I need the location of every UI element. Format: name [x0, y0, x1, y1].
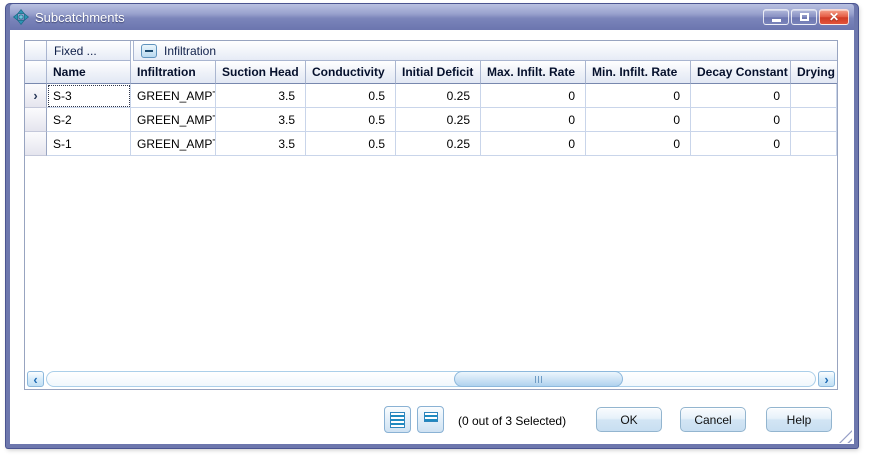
column-header-min-infilt-rate[interactable]: Min. Infilt. Rate	[586, 61, 691, 84]
window-controls: ✕	[763, 9, 851, 25]
scroll-right-button[interactable]: ›	[818, 371, 835, 387]
column-header-infiltration[interactable]: Infiltration	[131, 61, 216, 84]
group-header-infiltration-label: Infiltration	[164, 44, 216, 58]
cell-decay-constant[interactable]: 0	[691, 132, 791, 156]
cell-initial-deficit[interactable]: 0.25	[396, 132, 481, 156]
thumb-grip-icon	[538, 376, 539, 383]
cell-name[interactable]: S-3	[47, 84, 131, 108]
cell-conductivity[interactable]: 0.5	[306, 132, 396, 156]
cell-initial-deficit[interactable]: 0.25	[396, 108, 481, 132]
cell-drying-time[interactable]	[791, 132, 837, 156]
chevron-right-icon: ›	[824, 373, 828, 386]
column-header-name[interactable]: Name	[47, 61, 131, 84]
cell-drying-time[interactable]	[791, 84, 837, 108]
deselect-rows-icon	[424, 412, 438, 422]
cell-conductivity[interactable]: 0.5	[306, 84, 396, 108]
cell-suction-head[interactable]: 3.5	[216, 108, 306, 132]
thumb-grip-icon	[541, 376, 542, 383]
cell-infiltration[interactable]: GREEN_AMPT	[131, 84, 216, 108]
thumb-grip-icon	[535, 376, 536, 383]
column-header-row: Name Infiltration Suction Head Conductiv…	[25, 61, 837, 84]
subcatchments-table: Fixed ... Infiltration Name Infiltration…	[24, 40, 838, 390]
cell-decay-constant[interactable]: 0	[691, 84, 791, 108]
cell-suction-head[interactable]: 3.5	[216, 84, 306, 108]
column-header-conductivity[interactable]: Conductivity	[306, 61, 396, 84]
group-header-row: Fixed ... Infiltration	[25, 41, 837, 61]
cell-conductivity[interactable]: 0.5	[306, 108, 396, 132]
maximize-button[interactable]	[791, 9, 817, 25]
cell-max-infilt-rate[interactable]: 0	[481, 132, 586, 156]
dialog-client-area: Fixed ... Infiltration Name Infiltration…	[10, 30, 854, 444]
scrollbar-track[interactable]	[46, 371, 816, 387]
cell-min-infilt-rate[interactable]: 0	[586, 132, 691, 156]
column-header-initial-deficit[interactable]: Initial Deficit	[396, 61, 481, 84]
cell-name[interactable]: S-1	[47, 132, 131, 156]
close-button[interactable]: ✕	[819, 9, 849, 25]
group-header-infiltration[interactable]: Infiltration	[133, 41, 837, 61]
cell-min-infilt-rate[interactable]: 0	[586, 108, 691, 132]
cell-suction-head[interactable]: 3.5	[216, 132, 306, 156]
cell-decay-constant[interactable]: 0	[691, 108, 791, 132]
minimize-icon	[772, 19, 781, 22]
dialog-footer: (0 out of 3 Selected) OK Cancel Help	[10, 406, 854, 438]
select-all-rows-icon	[390, 412, 405, 428]
ok-button[interactable]: OK	[596, 407, 662, 432]
row-indicator-cell[interactable]	[25, 108, 47, 132]
cell-min-infilt-rate[interactable]: 0	[586, 84, 691, 108]
table-empty-area	[25, 156, 837, 369]
collapse-group-button[interactable]	[141, 44, 157, 58]
scrollbar-thumb[interactable]	[454, 371, 623, 387]
deselect-all-button[interactable]	[417, 406, 444, 433]
help-button[interactable]: Help	[766, 407, 832, 432]
cell-max-infilt-rate[interactable]: 0	[481, 108, 586, 132]
group-header-fixed[interactable]: Fixed ...	[47, 41, 131, 61]
current-row-arrow-icon: ›	[33, 89, 37, 102]
close-icon: ✕	[829, 11, 839, 23]
row-indicator-cell[interactable]	[25, 132, 47, 156]
minimize-button[interactable]	[763, 9, 789, 25]
table-row: S-2 GREEN_AMPT 3.5 0.5 0.25 0 0 0	[25, 108, 837, 132]
app-icon	[13, 9, 29, 25]
cell-infiltration[interactable]: GREEN_AMPT	[131, 132, 216, 156]
scroll-left-button[interactable]: ‹	[27, 371, 44, 387]
column-header-suction-head[interactable]: Suction Head	[216, 61, 306, 84]
chevron-left-icon: ‹	[33, 373, 37, 386]
table-row: S-1 GREEN_AMPT 3.5 0.5 0.25 0 0 0	[25, 132, 837, 156]
column-header-max-infilt-rate[interactable]: Max. Infilt. Rate	[481, 61, 586, 84]
cell-infiltration[interactable]: GREEN_AMPT	[131, 108, 216, 132]
select-all-button[interactable]	[384, 406, 411, 433]
group-header-spacer	[25, 41, 47, 61]
minus-icon	[145, 50, 153, 52]
maximize-icon	[800, 13, 809, 21]
cancel-button[interactable]: Cancel	[680, 407, 746, 432]
column-header-decay-constant[interactable]: Decay Constant	[691, 61, 791, 84]
subcatchments-dialog: Subcatchments ✕ Fixed ... Infiltration N…	[6, 4, 858, 448]
column-header-drying-time[interactable]: Drying Ti	[791, 61, 837, 84]
selection-status: (0 out of 3 Selected)	[458, 414, 566, 428]
cell-max-infilt-rate[interactable]: 0	[481, 84, 586, 108]
window-title: Subcatchments	[35, 10, 125, 25]
cell-name[interactable]: S-2	[47, 108, 131, 132]
row-indicator-cell[interactable]: ›	[25, 84, 47, 108]
row-selector-header[interactable]	[25, 61, 47, 84]
horizontal-scrollbar: ‹ ›	[25, 369, 837, 389]
table-row: › S-3 GREEN_AMPT 3.5 0.5 0.25 0 0 0	[25, 84, 837, 108]
title-bar[interactable]: Subcatchments ✕	[10, 4, 854, 30]
cell-initial-deficit[interactable]: 0.25	[396, 84, 481, 108]
cell-drying-time[interactable]	[791, 108, 837, 132]
